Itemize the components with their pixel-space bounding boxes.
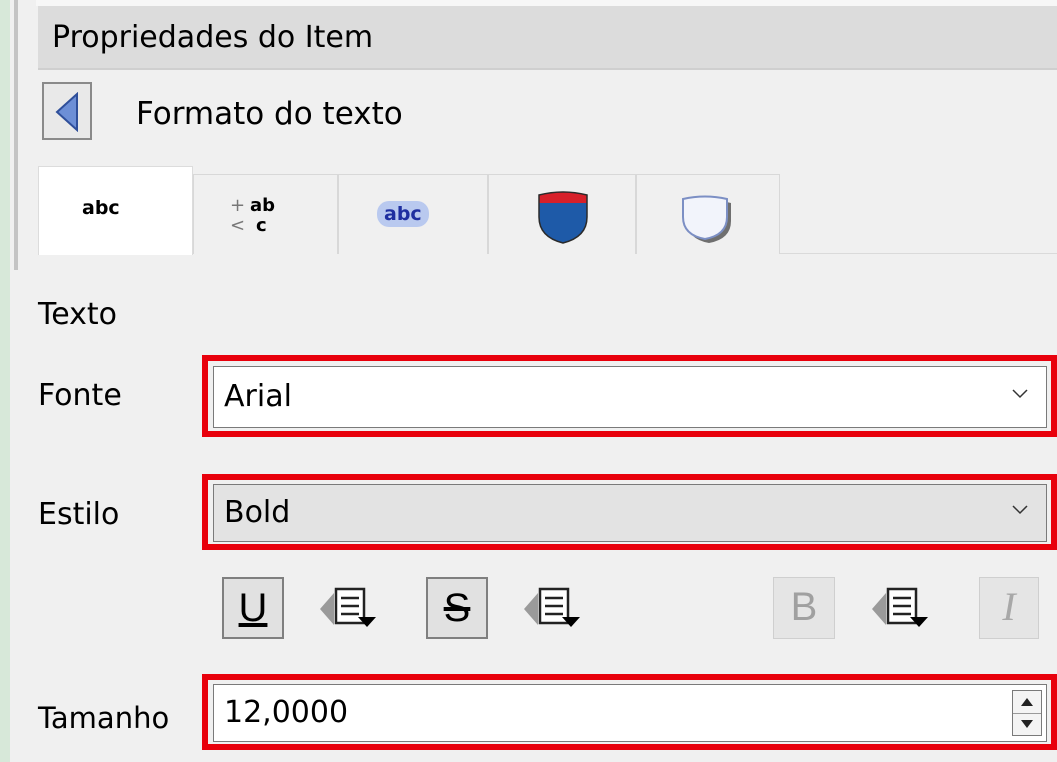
underline-button[interactable]: U bbox=[222, 577, 284, 639]
buffer-abc-icon: abc bbox=[377, 201, 429, 227]
tab-text[interactable]: abc bbox=[38, 166, 193, 255]
section-title: Formato do texto bbox=[136, 96, 403, 132]
data-defined-override-icon[interactable] bbox=[318, 583, 388, 635]
text-group-label: Texto bbox=[38, 297, 118, 332]
style-combobox[interactable]: Bold bbox=[213, 484, 1047, 542]
plus-glyph: + bbox=[230, 195, 246, 216]
font-label: Fonte bbox=[38, 378, 122, 413]
italic-icon: I bbox=[1002, 584, 1016, 629]
background-shield-icon bbox=[538, 191, 588, 244]
size-value: 12,0000 bbox=[224, 695, 349, 730]
formatting-top-glyph: ab bbox=[250, 195, 276, 216]
size-label: Tamanho bbox=[38, 701, 170, 735]
tab-background[interactable] bbox=[488, 174, 636, 254]
tab-buffer[interactable]: abc bbox=[338, 174, 488, 254]
shadow-shield-icon bbox=[682, 195, 731, 243]
data-defined-override-icon[interactable] bbox=[870, 583, 940, 635]
chevron-down-icon bbox=[1012, 505, 1028, 515]
tab-formatting[interactable]: + ab < c bbox=[193, 174, 338, 254]
size-spinbox[interactable]: 12,0000 bbox=[213, 684, 1047, 742]
strikeout-button[interactable]: S bbox=[426, 577, 488, 639]
panel-title: Propriedades do Item bbox=[52, 20, 374, 55]
chevron-down-icon bbox=[1012, 389, 1028, 399]
formatting-bottom-glyph: c bbox=[256, 215, 267, 236]
panel-header: Propriedades do Item bbox=[38, 6, 1057, 70]
back-button[interactable] bbox=[42, 82, 92, 140]
bold-button[interactable]: B bbox=[773, 577, 835, 639]
font-combobox[interactable]: Arial bbox=[213, 366, 1047, 428]
tab-bar: abc + ab < c abc bbox=[38, 166, 1057, 255]
dock-splitter[interactable] bbox=[14, 0, 18, 270]
spin-down-button[interactable] bbox=[1013, 713, 1041, 735]
caret-down-icon bbox=[1021, 720, 1033, 728]
formatting-abc-icon: + ab < c bbox=[230, 195, 300, 239]
tab-shadow[interactable] bbox=[636, 174, 780, 254]
back-arrow-icon bbox=[55, 92, 78, 132]
spin-up-button[interactable] bbox=[1013, 691, 1041, 714]
bold-icon: B bbox=[790, 585, 818, 629]
data-defined-override-icon[interactable] bbox=[522, 583, 592, 635]
style-label: Estilo bbox=[38, 497, 120, 532]
caret-up-icon bbox=[1021, 698, 1033, 706]
spin-buttons bbox=[1012, 690, 1042, 736]
strikeout-icon: S bbox=[443, 586, 471, 630]
font-value: Arial bbox=[224, 379, 292, 414]
italic-button[interactable]: I bbox=[979, 577, 1039, 639]
underline-icon: U bbox=[238, 586, 268, 630]
window-edge bbox=[0, 0, 10, 762]
less-than-glyph: < bbox=[230, 215, 246, 236]
style-value: Bold bbox=[224, 495, 291, 530]
text-abc-icon: abc bbox=[82, 197, 120, 219]
